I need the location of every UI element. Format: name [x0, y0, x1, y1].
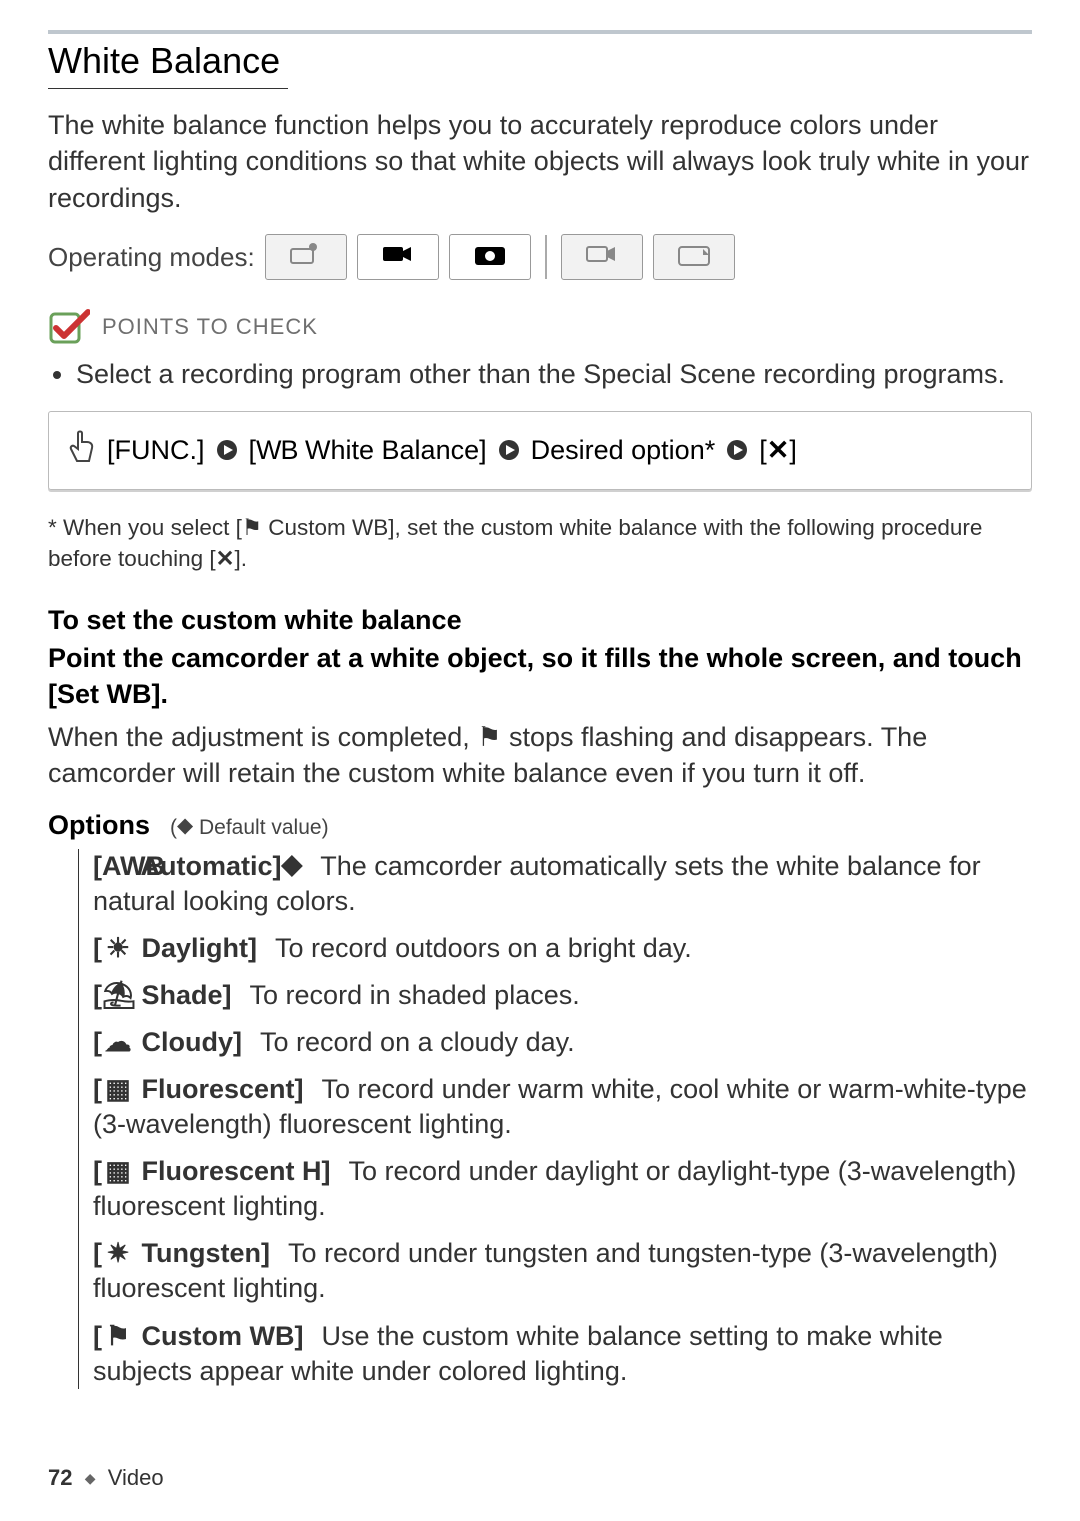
options-list: [AWB Automatic]◆The camcorder automatica… [78, 849, 1032, 1389]
option-name: [▦ Fluorescent] [93, 1074, 304, 1104]
points-to-check-label: POINTS TO CHECK [102, 314, 318, 340]
mode-photo-record [449, 234, 531, 280]
nav-step-option: Desired option* [531, 435, 716, 466]
option-icon: ▦ [102, 1154, 134, 1189]
chapter-name: Video [108, 1465, 164, 1490]
arrow-icon [725, 438, 749, 462]
option-description: To record on a cloudy day. [260, 1027, 575, 1057]
video-record-icon [381, 241, 415, 274]
option-name: [AWB Automatic]◆ [93, 851, 302, 881]
photo-record-icon [473, 241, 507, 274]
custom-wb-icon: ⚑ [242, 515, 262, 540]
title-underline [48, 88, 288, 89]
option-item: [⚑ Custom WB]Use the custom white balanc… [93, 1319, 1032, 1389]
diamond-icon: ◆ [85, 1470, 96, 1487]
option-item: [☀ Daylight] To record outdoors on a brig… [93, 931, 1032, 966]
arrow-icon [497, 438, 521, 462]
close-icon: ✕ [216, 546, 235, 571]
points-to-check-header: POINTS TO CHECK [48, 306, 1032, 348]
video-playback-icon [585, 241, 619, 274]
mode-photo-playback [653, 234, 735, 280]
page-number: 72 [48, 1465, 72, 1490]
arrow-icon [215, 438, 239, 462]
mode-video-playback [561, 234, 643, 280]
option-icon: ⚑ [102, 1319, 134, 1354]
option-icon: AWB [102, 849, 134, 884]
touch-icon [65, 430, 95, 471]
nav-step-wb: [WB White Balance] [249, 435, 487, 466]
nav-step-func: [FUNC.] [107, 435, 205, 466]
wb-glyph-icon: WB [256, 435, 298, 465]
option-description: To record outdoors on a bright day. [275, 933, 692, 963]
header-rule [48, 30, 1032, 34]
close-icon: ✕ [767, 435, 790, 465]
option-name: [✷ Tungsten] [93, 1238, 270, 1268]
custom-wb-body: When the adjustment is completed, ⚑ stop… [48, 719, 1032, 792]
mode-camera-auto [265, 234, 347, 280]
page-footer: 72 ◆ Video [48, 1465, 164, 1491]
option-name: [☁ Cloudy] [93, 1027, 242, 1057]
camera-auto-icon [289, 241, 323, 274]
points-to-check-list: Select a recording program other than th… [48, 356, 1032, 392]
option-item: [⛱ Shade] To record in shaded places. [93, 978, 1032, 1013]
option-icon: ▦ [102, 1072, 134, 1107]
section-title: White Balance [48, 40, 1032, 82]
custom-wb-heading: To set the custom white balance [48, 605, 1032, 636]
photo-playback-icon [677, 241, 711, 274]
option-name: [⛱ Shade] [93, 980, 232, 1010]
menu-navigation-box: [FUNC.] [WB White Balance] Desired optio… [48, 411, 1032, 490]
option-icon: ☀ [102, 931, 134, 966]
points-to-check-item: Select a recording program other than th… [76, 356, 1032, 392]
option-name: [▦ Fluorescent H] [93, 1156, 331, 1186]
option-description: To record in shaded places. [250, 980, 580, 1010]
custom-wb-instruction: Point the camcorder at a white object, s… [48, 640, 1032, 713]
option-name: [⚑ Custom WB] [93, 1321, 303, 1351]
option-icon: ⛱ [102, 978, 134, 1013]
option-icon: ☁ [102, 1025, 134, 1060]
operating-modes-label: Operating modes: [48, 242, 255, 273]
custom-wb-icon: ⚑ [477, 722, 501, 752]
diamond-icon: ◆ [177, 813, 193, 838]
mode-video-record [357, 234, 439, 280]
check-badge-icon [48, 306, 90, 348]
option-item: [✷ Tungsten]To record under tungsten and… [93, 1236, 1032, 1306]
option-item: [☁ Cloudy] To record on a cloudy day. [93, 1025, 1032, 1060]
option-icon: ✷ [102, 1236, 134, 1271]
option-item: [AWB Automatic]◆The camcorder automatica… [93, 849, 1032, 919]
options-title: Options [48, 810, 150, 841]
option-name: [☀ Daylight] [93, 933, 257, 963]
options-default-note: (◆ Default value) [170, 815, 329, 840]
options-header: Options (◆ Default value) [48, 810, 1032, 841]
option-item: [▦ Fluorescent]To record under warm whit… [93, 1072, 1032, 1142]
operating-modes-row: Operating modes: [48, 234, 1032, 280]
diamond-icon: ◆ [282, 847, 303, 882]
intro-paragraph: The white balance function helps you to … [48, 107, 1032, 216]
mode-separator [545, 235, 547, 279]
option-item: [▦ Fluorescent H]To record under dayligh… [93, 1154, 1032, 1224]
nav-step-close: [✕] [759, 435, 797, 466]
footnote-text: * When you select [⚑ Custom WB], set the… [48, 512, 1032, 575]
